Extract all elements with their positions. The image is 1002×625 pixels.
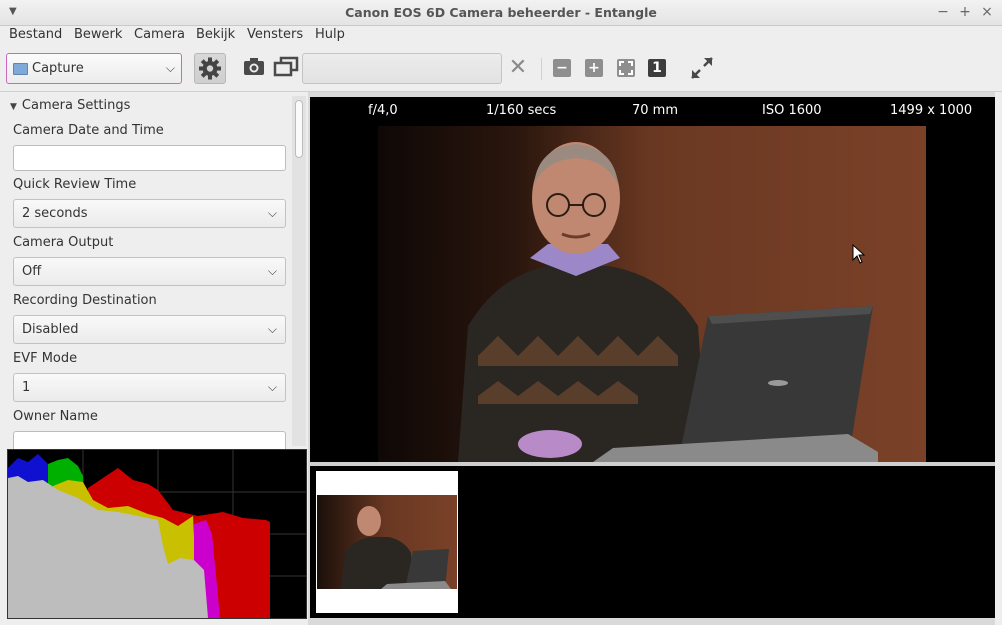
search-input[interactable] xyxy=(302,53,502,84)
histogram xyxy=(7,449,307,619)
field-label-review-time: Quick Review Time xyxy=(13,177,137,192)
menu-hulp[interactable]: Hulp xyxy=(315,27,345,42)
evf-mode-select[interactable]: 1 ⌵ xyxy=(13,373,286,402)
aperture-value: f/4,0 xyxy=(368,103,398,118)
capture-button[interactable] xyxy=(240,55,268,83)
chevron-down-icon: ⌵ xyxy=(267,380,277,394)
menu-bewerk[interactable]: Bewerk xyxy=(74,27,122,42)
menu-bar: Bestand Bewerk Camera Bekijk Vensters Hu… xyxy=(0,26,1002,46)
title-bar: ▼ Canon EOS 6D Camera beheerder - Entang… xyxy=(0,0,1002,26)
menu-bekijk[interactable]: Bekijk xyxy=(196,27,235,42)
exif-info-bar: f/4,0 1/160 secs 70 mm ISO 1600 1499 x 1… xyxy=(310,97,995,126)
field-label-recording-destination: Recording Destination xyxy=(13,293,157,308)
review-time-value: 2 seconds xyxy=(22,206,88,221)
camera-settings-header[interactable]: ▼ Camera Settings xyxy=(10,98,130,113)
field-label-evf-mode: EVF Mode xyxy=(13,351,78,366)
evf-mode-value: 1 xyxy=(22,380,31,395)
folder-icon xyxy=(13,63,28,75)
chevron-down-icon: ⌵ xyxy=(267,206,277,220)
camera-icon xyxy=(244,58,264,75)
camera-output-select[interactable]: Off ⌵ xyxy=(13,257,286,286)
fit-frame-icon xyxy=(619,61,633,75)
recording-destination-value: Disabled xyxy=(22,322,79,337)
sidebar-scrollbar[interactable] xyxy=(292,96,306,446)
fullscreen-button[interactable] xyxy=(688,55,716,83)
mode-select[interactable]: Capture ⌵ xyxy=(6,53,182,84)
session-browser xyxy=(310,466,995,618)
preferences-button[interactable] xyxy=(194,53,226,84)
field-label-camera-output: Camera Output xyxy=(13,235,114,250)
chevron-down-icon: ⌵ xyxy=(165,61,175,75)
zoom-out-icon[interactable]: − xyxy=(553,59,571,77)
menu-vensters[interactable]: Vensters xyxy=(247,27,303,42)
menu-bestand[interactable]: Bestand xyxy=(9,27,62,42)
maximize-icon[interactable]: + xyxy=(956,3,974,21)
date-time-input[interactable] xyxy=(13,145,286,171)
zoom-in-icon[interactable]: + xyxy=(585,59,603,77)
thumbnail-image xyxy=(317,495,457,589)
iso-value: ISO 1600 xyxy=(762,103,822,118)
recording-destination-select[interactable]: Disabled ⌵ xyxy=(13,315,286,344)
review-time-select[interactable]: 2 seconds ⌵ xyxy=(13,199,286,228)
field-label-owner-name: Owner Name xyxy=(13,409,98,424)
chevron-down-icon: ⌵ xyxy=(267,322,277,336)
histogram-graph xyxy=(8,450,306,618)
preview-button[interactable] xyxy=(272,55,300,83)
focal-length-value: 70 mm xyxy=(632,103,679,118)
fullscreen-icon xyxy=(691,57,713,79)
slideshow-icon xyxy=(273,56,299,77)
captured-photo xyxy=(378,126,926,462)
mouse-pointer-icon xyxy=(852,244,866,264)
toolbar-separator xyxy=(541,58,542,80)
gear-icon xyxy=(199,57,221,80)
mode-select-value: Capture xyxy=(32,61,84,76)
zoom-fit-icon[interactable] xyxy=(617,59,635,77)
toolbar: Capture ⌵ ✕ − + 1 xyxy=(0,46,1002,92)
image-viewer[interactable]: f/4,0 1/160 secs 70 mm ISO 1600 1499 x 1… xyxy=(310,97,995,462)
scrollbar-thumb[interactable] xyxy=(295,100,303,158)
menu-camera[interactable]: Camera xyxy=(134,27,185,42)
cancel-icon[interactable]: ✕ xyxy=(507,57,529,79)
expander-icon: ▼ xyxy=(10,102,17,112)
image-dimensions: 1499 x 1000 xyxy=(890,103,973,118)
minimize-icon[interactable]: − xyxy=(934,3,952,21)
field-label-date-time: Camera Date and Time xyxy=(13,123,164,138)
chevron-down-icon: ⌵ xyxy=(267,264,277,278)
window-right-border xyxy=(995,92,1002,625)
image-thumbnail[interactable] xyxy=(316,471,458,613)
section-title: Camera Settings xyxy=(21,98,131,113)
shutter-speed-value: 1/160 secs xyxy=(486,103,557,118)
close-icon[interactable]: × xyxy=(978,3,996,21)
window-title: Canon EOS 6D Camera beheerder - Entangle xyxy=(345,5,657,20)
zoom-normal-icon[interactable]: 1 xyxy=(648,59,666,77)
camera-output-value: Off xyxy=(22,264,42,279)
